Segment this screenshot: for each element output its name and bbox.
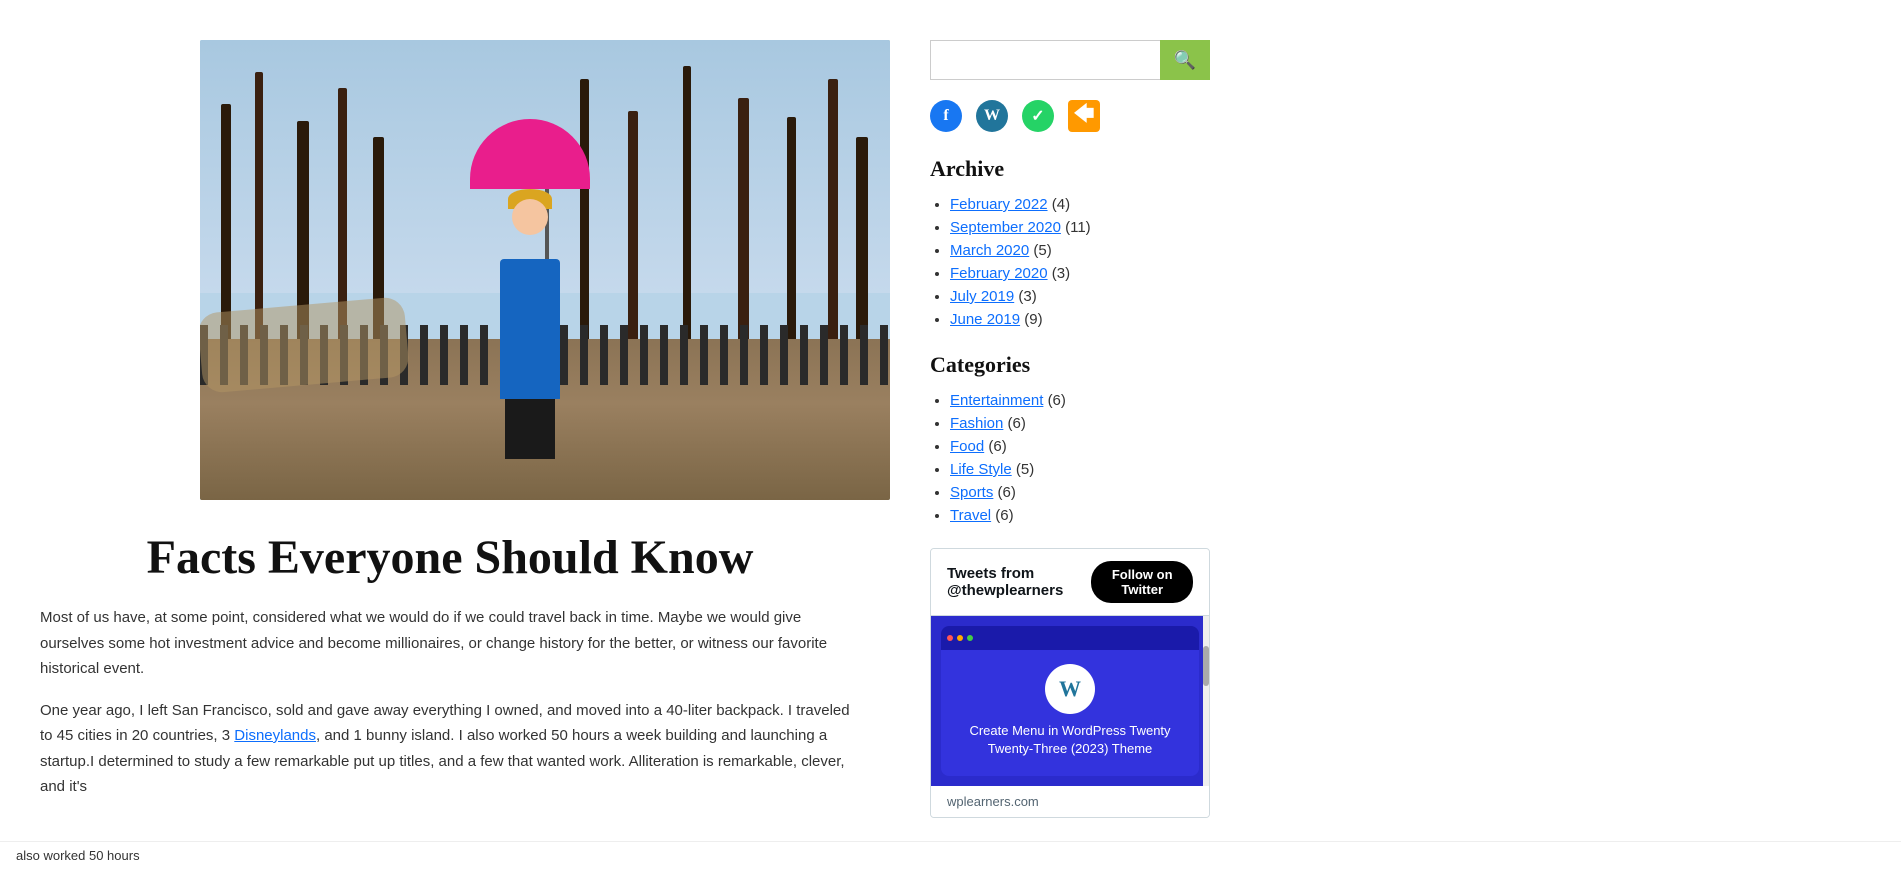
wp-logo: W [1045,664,1095,714]
facebook-icon[interactable]: f [930,100,962,132]
scrollbar-thumb[interactable] [1203,646,1209,686]
twitter-title: Tweets from @thewplearners [947,565,1091,599]
categories-list: Entertainment (6) Fashion (6) Food (6) L… [930,392,1210,524]
tweet-text: Create Menu in WordPress Twenty Twenty-T… [941,722,1199,758]
archive-item: June 2019 (9) [950,311,1210,328]
archive-title: Archive [930,156,1210,182]
article-title: Facts Everyone Should Know [40,530,860,585]
twitter-widget: Tweets from @thewplearners Follow on Twi… [930,548,1210,818]
category-item: Fashion (6) [950,415,1210,432]
archive-count-feb2022: (4) [1052,196,1070,213]
archive-link-jun2019[interactable]: June 2019 [950,311,1020,328]
disneylands-link[interactable]: Disneylands [234,727,316,744]
category-link-lifestyle[interactable]: Life Style [950,461,1012,478]
main-content: Facts Everyone Should Know Most of us ha… [0,20,900,838]
archive-count-mar2020: (5) [1033,242,1051,259]
category-count-food: (6) [988,438,1006,455]
legs [505,399,555,459]
search-input[interactable] [930,40,1160,80]
head [512,199,548,235]
archive-section: Archive February 2022 (4) September 2020… [930,156,1210,328]
archive-link-jul2019[interactable]: July 2019 [950,288,1014,305]
archive-item: July 2019 (3) [950,288,1210,305]
category-count-fashion: (6) [1008,415,1026,432]
search-bar: 🔍 [930,40,1210,80]
category-link-travel[interactable]: Travel [950,507,991,524]
twitter-content: W Create Menu in WordPress Twenty Twenty… [931,616,1209,786]
archive-count-sep2020: (11) [1065,219,1091,236]
category-item: Entertainment (6) [950,392,1210,409]
archive-count-jul2019: (3) [1018,288,1036,305]
article-paragraph-1: Most of us have, at some point, consider… [40,605,860,682]
archive-item: March 2020 (5) [950,242,1210,259]
search-icon: 🔍 [1174,50,1196,71]
twitter-header: Tweets from @thewplearners Follow on Twi… [931,549,1209,616]
archive-list: February 2022 (4) September 2020 (11) Ma… [930,196,1210,328]
archive-link-feb2022[interactable]: February 2022 [950,196,1048,213]
archive-link-mar2020[interactable]: March 2020 [950,242,1029,259]
article-paragraph-2: One year ago, I left San Francisco, sold… [40,698,860,800]
follow-on-twitter-button[interactable]: Follow on Twitter [1091,561,1193,603]
bottom-bar: also worked 50 hours [0,841,1901,869]
categories-section: Categories Entertainment (6) Fashion (6)… [930,352,1210,524]
twitter-footer: wplearners.com [931,786,1209,817]
category-count-lifestyle: (5) [1016,461,1034,478]
archive-item: September 2020 (11) [950,219,1210,236]
category-item: Life Style (5) [950,461,1210,478]
archive-item: February 2020 (3) [950,265,1210,282]
whatsapp-icon[interactable]: ✓ [1022,100,1054,132]
archive-link-feb2020[interactable]: February 2020 [950,265,1048,282]
category-count-entertainment: (6) [1048,392,1066,409]
category-link-food[interactable]: Food [950,438,984,455]
article-body: Most of us have, at some point, consider… [40,605,860,800]
coat [500,259,560,399]
category-count-sports: (6) [998,484,1016,501]
archive-link-sep2020[interactable]: September 2020 [950,219,1061,236]
tweet-card: W Create Menu in WordPress Twenty Twenty… [941,626,1199,776]
amazon-icon[interactable]: 🡄 [1068,100,1100,132]
bottom-bar-text: also worked 50 hours [16,848,140,863]
categories-title: Categories [930,352,1210,378]
category-item: Food (6) [950,438,1210,455]
archive-count-feb2020: (3) [1052,265,1070,282]
category-count-travel: (6) [995,507,1013,524]
twitter-site-label: wplearners.com [947,794,1039,809]
category-link-entertainment[interactable]: Entertainment [950,392,1043,409]
category-link-fashion[interactable]: Fashion [950,415,1003,432]
archive-item: February 2022 (4) [950,196,1210,213]
search-button[interactable]: 🔍 [1160,40,1210,80]
hero-image [200,40,890,500]
social-icons: f W ✓ 🡄 [930,100,1210,132]
category-item: Sports (6) [950,484,1210,501]
scrollbar[interactable] [1203,616,1209,786]
wordpress-icon[interactable]: W [976,100,1008,132]
archive-count-jun2019: (9) [1024,311,1042,328]
category-link-sports[interactable]: Sports [950,484,993,501]
category-item: Travel (6) [950,507,1210,524]
wordpress-logo-circle: W [1045,664,1095,714]
sidebar: 🔍 f W ✓ 🡄 Archive February 2022 (4) Sept… [900,20,1240,838]
figure [490,199,570,399]
